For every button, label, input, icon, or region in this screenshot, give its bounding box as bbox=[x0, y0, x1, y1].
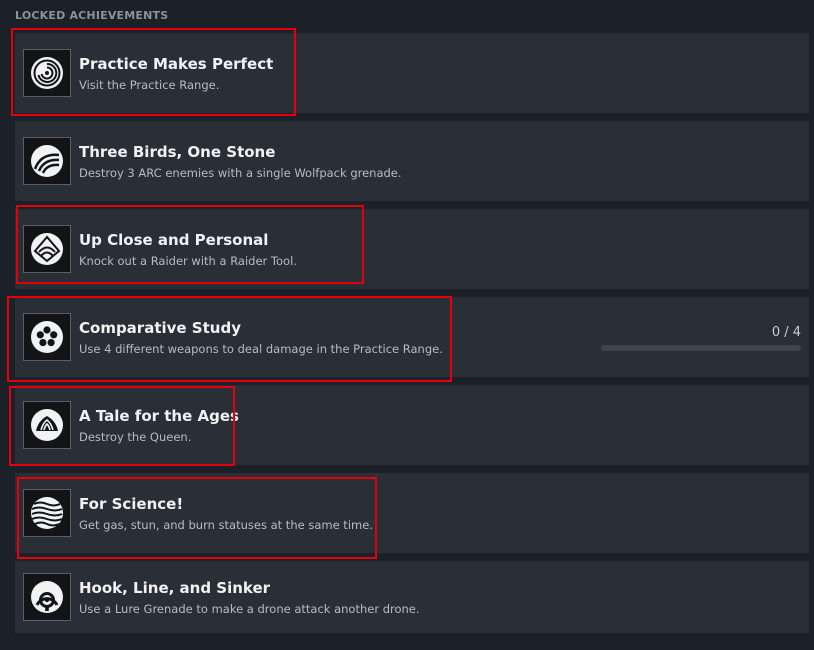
achievement-description: Get gas, stun, and burn statuses at the … bbox=[79, 518, 373, 532]
achievement-description: Destroy 3 ARC enemies with a single Wolf… bbox=[79, 166, 402, 180]
achievement-description: Destroy the Queen. bbox=[79, 430, 192, 444]
achievement-title: For Science! bbox=[79, 495, 184, 513]
science-waves-icon bbox=[23, 489, 71, 537]
queen-icon bbox=[23, 401, 71, 449]
achievement-title: Hook, Line, and Sinker bbox=[79, 579, 271, 597]
achievement-row[interactable]: For Science! Get gas, stun, and burn sta… bbox=[15, 473, 809, 553]
progress-count: 0 / 4 bbox=[771, 325, 801, 340]
achievement-row[interactable]: Three Birds, One Stone Destroy 3 ARC ene… bbox=[15, 121, 809, 201]
achievement-title: Up Close and Personal bbox=[79, 231, 269, 249]
achievement-title: A Tale for the Ages bbox=[79, 407, 239, 425]
achievement-row[interactable]: Up Close and Personal Knock out a Raider… bbox=[15, 209, 809, 289]
achievement-title: Comparative Study bbox=[79, 319, 241, 337]
achievement-title: Three Birds, One Stone bbox=[79, 143, 276, 161]
achievement-description: Knock out a Raider with a Raider Tool. bbox=[79, 254, 297, 268]
target-spiral-icon bbox=[23, 49, 71, 97]
progress-bar bbox=[601, 345, 801, 351]
achievement-description: Use 4 different weapons to deal damage i… bbox=[79, 342, 443, 356]
section-header: LOCKED ACHIEVEMENTS bbox=[15, 9, 169, 22]
achievement-description: Visit the Practice Range. bbox=[79, 78, 220, 92]
achievement-title: Practice Makes Perfect bbox=[79, 55, 274, 73]
lure-hook-icon bbox=[23, 573, 71, 621]
achievement-row[interactable]: A Tale for the Ages Destroy the Queen. bbox=[15, 385, 809, 465]
achievement-row[interactable]: Practice Makes Perfect Visit the Practic… bbox=[15, 33, 809, 113]
weapons-wheel-icon bbox=[23, 313, 71, 361]
raider-tool-icon bbox=[23, 225, 71, 273]
achievement-description: Use a Lure Grenade to make a drone attac… bbox=[79, 602, 420, 616]
triple-arc-icon bbox=[23, 137, 71, 185]
achievement-row[interactable]: Hook, Line, and Sinker Use a Lure Grenad… bbox=[15, 561, 809, 633]
achievement-row[interactable]: Comparative Study Use 4 different weapon… bbox=[15, 297, 809, 377]
